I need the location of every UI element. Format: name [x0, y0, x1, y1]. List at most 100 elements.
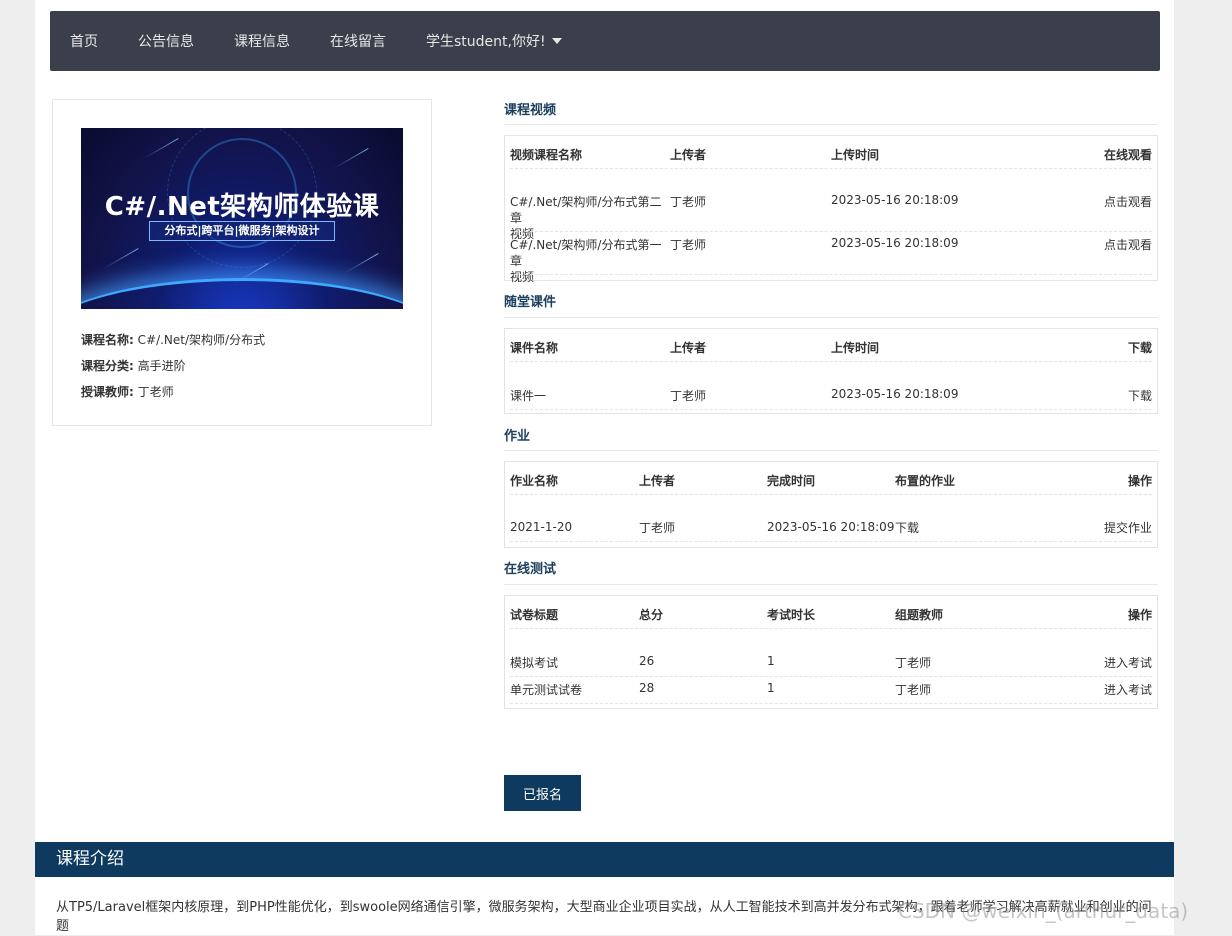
- exams-table: 试卷标题 总分 考试时长 组题教师 操作 模拟考试 26 1 丁老师 进入考试 …: [504, 595, 1158, 709]
- video-upload-time: 2023-05-16 20:18:09: [831, 193, 959, 207]
- divider: [510, 541, 1152, 542]
- video-name-line1: C#/.Net/架构师/分布式第一章: [510, 238, 662, 268]
- divider: [504, 450, 1158, 451]
- nav-home[interactable]: 首页: [70, 31, 98, 51]
- col-header: 完成时间: [767, 474, 816, 488]
- courseware-upload-time: 2023-05-16 20:18:09: [831, 387, 959, 401]
- banner-subtitle: 分布式|跨平台|微服务|架构设计: [149, 221, 335, 241]
- divider: [510, 703, 1152, 704]
- exam-title: 模拟考试: [510, 656, 559, 670]
- homework-due-time: 2023-05-16 20:18:09: [767, 520, 895, 534]
- course-category-value: 高手进阶: [137, 359, 186, 373]
- course-name-row: 课程名称: C#/.Net/架构师/分布式: [81, 331, 265, 348]
- col-header: 上传者: [670, 341, 707, 355]
- user-menu[interactable]: 学生student,你好!: [426, 31, 562, 51]
- col-header: 操作: [1127, 608, 1152, 622]
- course-teacher-label: 授课教师:: [81, 385, 134, 399]
- col-header: 试卷标题: [510, 608, 559, 622]
- video-name: C#/.Net/架构师/分布式第二章 视频: [510, 194, 670, 242]
- exam-teacher: 丁老师: [895, 683, 932, 697]
- course-name-label: 课程名称:: [81, 333, 134, 347]
- course-category-label: 课程分类:: [81, 359, 134, 373]
- caret-down-icon: [551, 38, 562, 44]
- courseware-name: 课件一: [510, 389, 547, 403]
- col-header: 上传者: [670, 148, 707, 162]
- exams-section-title: 在线测试: [504, 562, 557, 577]
- homework-table: 作业名称 上传者 完成时间 布置的作业 操作 2021-1-20 丁老师 202…: [504, 461, 1158, 548]
- nav-courses[interactable]: 课程信息: [234, 31, 290, 51]
- nav-messages[interactable]: 在线留言: [330, 31, 386, 51]
- col-header: 布置的作业: [895, 474, 956, 488]
- video-upload-time: 2023-05-16 20:18:09: [831, 236, 959, 250]
- start-exam-link[interactable]: 进入考试: [1104, 682, 1152, 698]
- exam-total-score: 26: [639, 654, 655, 668]
- enrolled-button[interactable]: 已报名: [504, 775, 581, 811]
- divider: [510, 231, 1152, 232]
- course-intro-header: 课程介绍: [35, 842, 1174, 877]
- courseware-section-title: 随堂课件: [504, 295, 557, 310]
- video-name: C#/.Net/架构师/分布式第一章 视频: [510, 237, 670, 285]
- divider: [510, 628, 1152, 629]
- homework-section-title: 作业: [504, 429, 531, 444]
- divider: [510, 676, 1152, 677]
- page: 首页 公告信息 课程信息 在线留言 学生student,你好! C#/.Net架…: [35, 0, 1174, 935]
- divider: [504, 317, 1158, 318]
- divider: [510, 494, 1152, 495]
- videos-table: 视频课程名称 上传者 上传时间 在线观看 C#/.Net/架构师/分布式第二章 …: [504, 135, 1158, 284]
- col-header: 操作: [1127, 474, 1152, 488]
- user-menu-label: 学生student,你好!: [426, 34, 546, 50]
- col-header: 作业名称: [510, 474, 559, 488]
- col-header: 课件名称: [510, 341, 559, 355]
- col-header: 下载: [1127, 341, 1152, 355]
- course-name-value: C#/.Net/架构师/分布式: [137, 333, 266, 347]
- homework-name: 2021-1-20: [510, 520, 573, 534]
- divider: [510, 409, 1152, 410]
- exam-title: 单元测试试卷: [510, 683, 583, 697]
- course-banner-image[interactable]: C#/.Net架构师体验课 分布式|跨平台|微服务|架构设计: [81, 128, 403, 309]
- divider: [504, 124, 1158, 125]
- exam-total-score: 28: [639, 681, 655, 695]
- video-uploader: 丁老师: [670, 238, 707, 252]
- banner-streak: [143, 138, 179, 159]
- nav-announcements[interactable]: 公告信息: [138, 31, 194, 51]
- course-category-row: 课程分类: 高手进阶: [81, 357, 186, 374]
- course-teacher-row: 授课教师: 丁老师: [81, 383, 174, 400]
- banner-streak: [343, 253, 379, 274]
- videos-section-title: 课程视频: [504, 103, 557, 118]
- divider: [510, 274, 1152, 275]
- col-header: 组题教师: [895, 608, 944, 622]
- top-navbar: 首页 公告信息 课程信息 在线留言 学生student,你好!: [50, 11, 1160, 71]
- banner-horizon: [81, 278, 403, 309]
- exam-teacher: 丁老师: [895, 656, 932, 670]
- col-header: 视频课程名称: [510, 148, 583, 162]
- courseware-table: 课件名称 上传者 上传时间 下载 课件一 丁老师 2023-05-16 20:1…: [504, 328, 1158, 414]
- video-uploader: 丁老师: [670, 195, 707, 209]
- col-header: 在线观看: [1103, 148, 1152, 162]
- col-header: 总分: [639, 608, 664, 622]
- divider: [510, 361, 1152, 362]
- col-header: 上传者: [639, 474, 676, 488]
- banner-title: C#/.Net架构师体验课: [104, 192, 380, 222]
- divider: [504, 584, 1158, 585]
- video-name-line2: 视频: [510, 270, 535, 284]
- banner-streak: [103, 248, 139, 269]
- exam-duration: 1: [767, 654, 775, 668]
- video-name-line1: C#/.Net/架构师/分布式第二章: [510, 195, 662, 225]
- watch-video-link[interactable]: 点击观看: [1104, 237, 1152, 253]
- watch-video-link[interactable]: 点击观看: [1104, 194, 1152, 210]
- homework-uploader: 丁老师: [639, 521, 676, 535]
- col-header: 上传时间: [831, 148, 880, 162]
- courseware-uploader: 丁老师: [670, 389, 707, 403]
- submit-homework-link[interactable]: 提交作业: [1104, 520, 1152, 536]
- watermark: CSDN @weixin_(arthur_data): [898, 899, 1189, 923]
- course-teacher-value: 丁老师: [137, 385, 174, 399]
- download-courseware-link[interactable]: 下载: [1128, 388, 1152, 404]
- col-header: 上传时间: [831, 341, 880, 355]
- download-homework-link[interactable]: 下载: [895, 520, 919, 536]
- start-exam-link[interactable]: 进入考试: [1104, 655, 1152, 671]
- divider: [510, 168, 1152, 169]
- course-card: C#/.Net架构师体验课 分布式|跨平台|微服务|架构设计 课程名称: C#/…: [52, 99, 432, 426]
- banner-streak: [333, 148, 369, 169]
- col-header: 考试时长: [767, 608, 816, 622]
- exam-duration: 1: [767, 681, 775, 695]
